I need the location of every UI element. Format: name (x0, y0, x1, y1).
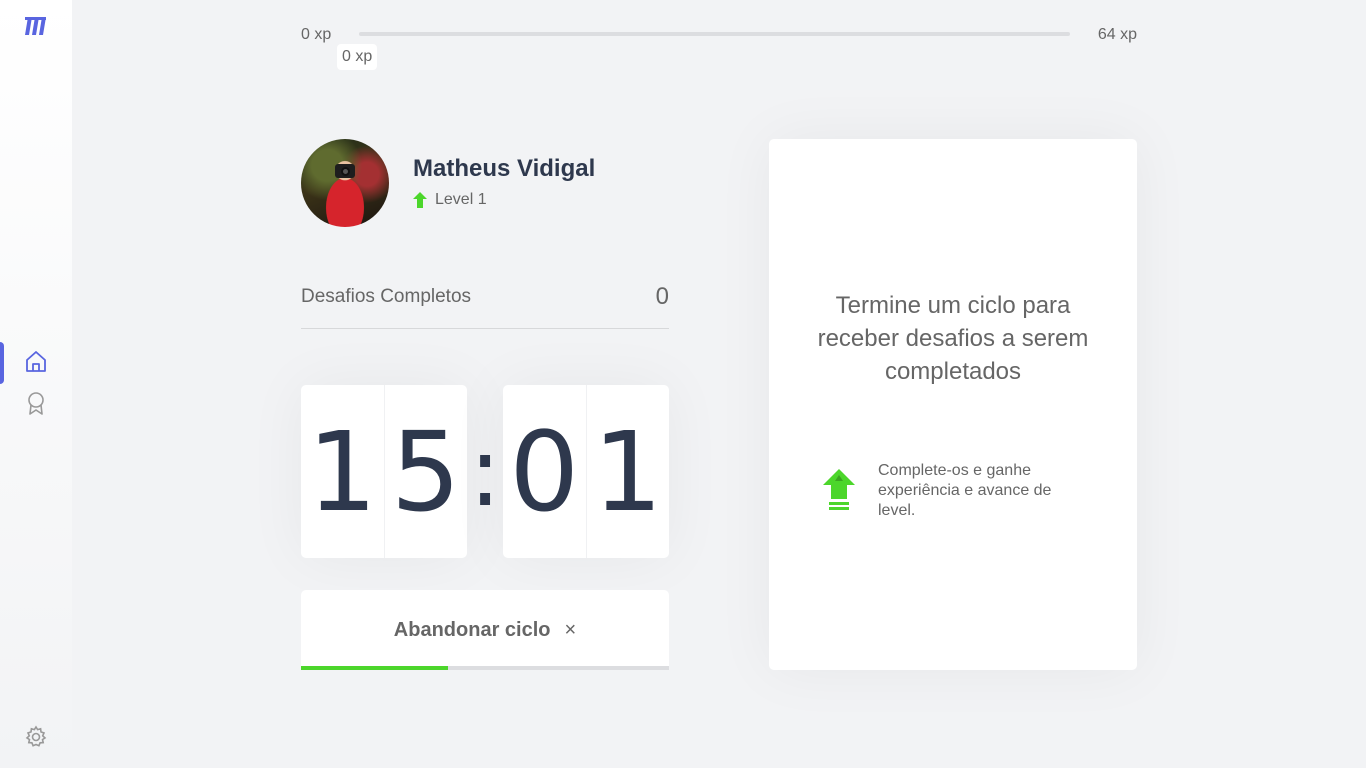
countdown-minutes: 1 5 (301, 385, 467, 558)
abandon-cycle-button[interactable]: Abandonar ciclo × (301, 590, 669, 670)
home-icon (26, 351, 46, 372)
avatar-lens (341, 167, 350, 176)
award-icon[interactable] (25, 391, 47, 415)
sidebar (0, 0, 72, 768)
abandon-cycle-label: Abandonar ciclo (393, 618, 551, 641)
minute-digit-left: 1 (301, 385, 385, 558)
countdown: 1 5 : 0 1 (301, 385, 669, 558)
move-it-logo-icon[interactable] (24, 15, 48, 37)
level-up-arrow-icon (823, 469, 855, 510)
cycle-progress-fill (301, 666, 449, 670)
completed-challenges-count: 0 (655, 283, 669, 310)
close-icon: × (564, 618, 577, 641)
challenge-box-hint: Complete-os e ganhe experiência e avance… (823, 461, 1103, 521)
cycle-progress-track (301, 666, 669, 670)
experience-bar: 0 xp 0 xp 64 xp (301, 22, 1137, 72)
profile-name: Matheus Vidigal (413, 155, 596, 182)
challenge-box: Termine um ciclo para receber desafios a… (769, 139, 1137, 670)
completed-challenges-label: Desafios Completos (301, 286, 472, 307)
gear-icon[interactable] (24, 725, 48, 749)
challenge-box-hint-text: Complete-os e ganhe experiência e avance… (878, 462, 1052, 519)
level-up-arrow-icon (413, 192, 427, 208)
profile-level: Level 1 (413, 191, 487, 209)
minute-digit-right: 5 (390, 407, 461, 536)
profile-level-label: Level 1 (435, 191, 487, 208)
completed-challenges: Desafios Completos 0 (301, 278, 669, 329)
xp-min-label: 0 xp (301, 26, 332, 43)
countdown-seconds: 0 1 (503, 385, 669, 558)
xp-max-label: 64 xp (1097, 26, 1137, 43)
sidebar-item-home[interactable] (0, 342, 72, 384)
countdown-separator: : (468, 415, 502, 528)
xp-current-label: 0 xp (337, 44, 378, 70)
avatar (301, 139, 389, 227)
second-digit-left: 0 (503, 385, 587, 558)
active-indicator (0, 342, 4, 384)
xp-track (359, 32, 1070, 36)
profile: Matheus Vidigal Level 1 (301, 139, 669, 227)
second-digit-right: 1 (592, 407, 663, 536)
challenge-box-title: Termine um ciclo para receber desafios a… (817, 292, 1089, 385)
